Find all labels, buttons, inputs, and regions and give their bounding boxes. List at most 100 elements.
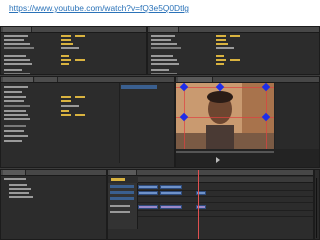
property-row[interactable] xyxy=(4,35,28,37)
property-row[interactable] xyxy=(151,43,177,45)
checkbox-label[interactable] xyxy=(61,105,79,107)
panel-tabbar xyxy=(1,77,174,83)
property-row[interactable] xyxy=(4,73,30,74)
track-header[interactable] xyxy=(110,205,130,207)
property-row[interactable] xyxy=(151,73,177,74)
selected-clip-bar[interactable] xyxy=(121,85,157,89)
audio-meters-panel xyxy=(314,169,320,240)
property-value[interactable] xyxy=(75,59,85,61)
project-item[interactable] xyxy=(9,196,33,198)
property-value[interactable] xyxy=(61,43,73,45)
property-row[interactable] xyxy=(4,140,22,142)
property-value[interactable] xyxy=(61,63,69,65)
property-row[interactable] xyxy=(151,63,179,65)
panel-tab[interactable] xyxy=(110,170,137,175)
property-row[interactable] xyxy=(4,96,26,98)
timeline-clip[interactable] xyxy=(160,191,182,195)
effect-controls-panel-main xyxy=(0,76,175,168)
property-value[interactable] xyxy=(216,35,226,37)
panel-tab[interactable] xyxy=(35,77,58,82)
timeline-panel xyxy=(107,169,314,240)
panel-tab[interactable] xyxy=(3,170,26,175)
url-text[interactable]: https://www.youtube.com/watch?v=fQ3e5Q0D… xyxy=(9,3,189,13)
property-value[interactable] xyxy=(216,55,224,57)
property-row[interactable] xyxy=(151,59,177,61)
property-row[interactable] xyxy=(151,39,171,41)
track-header[interactable] xyxy=(110,211,130,213)
time-ruler[interactable] xyxy=(138,177,313,183)
project-item[interactable] xyxy=(9,192,29,194)
property-row[interactable] xyxy=(4,43,30,45)
property-value[interactable] xyxy=(216,43,228,45)
audio-clip[interactable] xyxy=(160,205,182,209)
audio-track xyxy=(108,210,313,217)
video-frame[interactable] xyxy=(176,83,274,149)
track-header[interactable] xyxy=(110,197,134,200)
property-value[interactable] xyxy=(75,35,85,37)
panel-tab[interactable] xyxy=(3,77,34,82)
checkbox-label[interactable] xyxy=(61,47,79,49)
property-value[interactable] xyxy=(75,96,85,98)
property-value[interactable] xyxy=(230,59,240,61)
property-row[interactable] xyxy=(4,135,28,137)
property-value[interactable] xyxy=(216,63,224,65)
video-track xyxy=(108,196,313,203)
program-monitor xyxy=(175,76,320,168)
premiere-screenshot xyxy=(0,26,320,240)
checkbox-label[interactable] xyxy=(216,47,234,49)
panel-divider xyxy=(119,83,120,163)
property-value[interactable] xyxy=(61,59,71,61)
property-value[interactable] xyxy=(230,35,240,37)
property-value[interactable] xyxy=(61,114,71,116)
property-row[interactable] xyxy=(4,91,22,93)
property-row[interactable] xyxy=(4,69,22,71)
project-item[interactable] xyxy=(9,184,27,186)
timeline-clip[interactable] xyxy=(160,185,182,189)
property-value[interactable] xyxy=(75,114,85,116)
property-value[interactable] xyxy=(61,55,69,57)
property-row[interactable] xyxy=(4,55,26,57)
panel-tabbar xyxy=(148,27,319,33)
panel-tabbar xyxy=(108,170,313,176)
timecode[interactable] xyxy=(111,178,125,181)
property-value[interactable] xyxy=(216,39,226,41)
property-row[interactable] xyxy=(4,110,26,112)
property-row[interactable] xyxy=(151,35,175,37)
track-header[interactable] xyxy=(110,191,134,194)
property-row[interactable] xyxy=(4,105,30,107)
property-value[interactable] xyxy=(61,110,69,112)
audio-clip[interactable] xyxy=(138,205,158,209)
property-value[interactable] xyxy=(216,59,226,61)
property-row[interactable] xyxy=(4,47,34,49)
property-row[interactable] xyxy=(4,59,30,61)
audio-meter xyxy=(316,178,319,238)
property-row[interactable] xyxy=(151,47,181,49)
track-header[interactable] xyxy=(110,185,134,188)
property-row[interactable] xyxy=(4,114,28,116)
property-row[interactable] xyxy=(151,69,169,71)
property-value[interactable] xyxy=(61,35,71,37)
property-value[interactable] xyxy=(61,96,71,98)
property-row[interactable] xyxy=(4,125,26,127)
play-icon[interactable] xyxy=(216,157,220,163)
timeline-clip[interactable] xyxy=(138,185,158,189)
panel-tab[interactable] xyxy=(178,77,213,82)
clip-name-row[interactable] xyxy=(4,86,28,88)
timeline-clip[interactable] xyxy=(138,191,158,195)
property-row[interactable] xyxy=(4,100,24,102)
property-row[interactable] xyxy=(4,63,32,65)
property-row[interactable] xyxy=(4,118,30,120)
project-item[interactable] xyxy=(9,188,31,190)
timebar[interactable] xyxy=(176,151,274,153)
property-row[interactable] xyxy=(4,39,24,41)
property-row[interactable] xyxy=(4,130,24,132)
panel-tabbar xyxy=(1,27,146,33)
panel-tab[interactable] xyxy=(3,27,32,32)
property-value[interactable] xyxy=(61,39,71,41)
property-row[interactable] xyxy=(151,55,173,57)
project-item[interactable] xyxy=(4,178,26,180)
property-value[interactable] xyxy=(61,100,71,102)
panel-tab[interactable] xyxy=(150,27,179,32)
project-panel xyxy=(0,169,107,240)
playhead-icon[interactable] xyxy=(198,170,199,239)
